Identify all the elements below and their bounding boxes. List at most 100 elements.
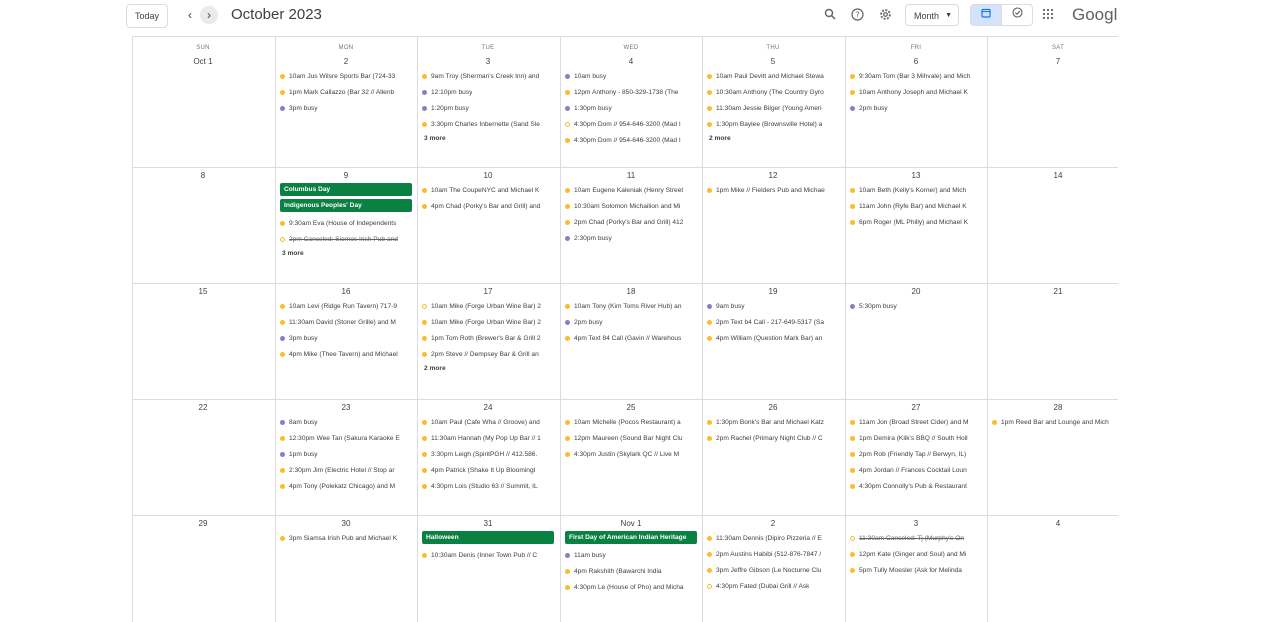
day-cell[interactable]: 19 9am busy 2pm Text b4 Call - 217-649-531… — [702, 283, 844, 399]
calendar-event[interactable]: 2pm Austins Habibi (512-876-7847 / — [704, 546, 842, 562]
day-number[interactable]: Nov 1 — [562, 517, 700, 530]
chevron-right-icon[interactable]: › — [200, 6, 218, 24]
day-cell[interactable]: 31 Halloween 10:30am Denis (Inner Town Pub… — [417, 515, 559, 622]
day-cell[interactable]: 6 9:30am Tom (Bar 3 Mihvale) and Mich 10am… — [845, 37, 987, 153]
day-cell[interactable]: 27 11am Jon (Broad Street Cider) and M 1pm… — [845, 399, 987, 515]
day-number[interactable]: 31 — [419, 517, 557, 530]
day-number[interactable]: 12 — [704, 169, 842, 182]
calendar-event[interactable]: 10am Paul Devitt and Michael Stewa — [704, 68, 842, 84]
check-circle-icon[interactable] — [1001, 4, 1033, 26]
calendar-event[interactable]: 9:30am Eva (House of Independents — [277, 215, 415, 231]
day-cell[interactable]: 15 — [132, 283, 274, 399]
all-day-event[interactable]: Indigenous Peoples' Day — [280, 199, 412, 212]
calendar-event[interactable]: 12pm Maureen (Sound Bar Night Clu — [562, 430, 700, 446]
calendar-event[interactable]: 3:30pm Charles Inbernette (Sand Sle — [419, 116, 557, 132]
day-cell[interactable]: 25 10am Michelle (Pocos Restaurant) a 12pm… — [560, 399, 702, 515]
calendar-event[interactable]: 4:30pm Dom // 954-646-3200 (Mad I — [562, 132, 700, 148]
calendar-event[interactable]: 12:30pm Wee Tan (Sakura Karaoke E — [277, 430, 415, 446]
calendar-event[interactable]: 10am Mike (Forge Urban Wine Bar) 2 — [419, 298, 557, 314]
calendar-event[interactable]: 1pm busy — [277, 446, 415, 462]
calendar-event[interactable]: 11am John (Ryfe Bar) and Michael K — [847, 198, 985, 214]
day-cell[interactable]: 8 — [132, 167, 274, 283]
day-number[interactable]: 5 — [704, 55, 842, 68]
today-button[interactable]: Today — [126, 4, 168, 28]
gear-icon[interactable] — [878, 8, 892, 22]
day-number[interactable]: 4 — [562, 55, 700, 68]
calendar-event[interactable]: 10am busy — [562, 68, 700, 84]
day-cell[interactable]: 30 3pm Siamsa Irish Pub and Michael K — [275, 515, 417, 622]
calendar-icon[interactable] — [970, 4, 1002, 26]
calendar-event[interactable]: 11:30am David (Stoner Grille) and M — [277, 314, 415, 330]
calendar-event[interactable]: 4pm Patrick (Shake It Up Bloomingt — [419, 462, 557, 478]
all-day-event[interactable]: First Day of American Indian Heritage — [565, 531, 697, 544]
day-number[interactable]: 19 — [704, 285, 842, 298]
calendar-event[interactable]: 3:30pm Leigh (SpiritPGH // 412.586. — [419, 446, 557, 462]
day-cell[interactable]: 29 — [132, 515, 274, 622]
day-number[interactable]: 26 — [704, 401, 842, 414]
day-cell[interactable]: 9 Columbus Day Indigenous Peoples' Day 9:30… — [275, 167, 417, 283]
calendar-event[interactable]: 4:30pm Connolly's Pub & Restaurant — [847, 478, 985, 494]
calendar-event[interactable]: 2pm busy — [562, 314, 700, 330]
calendar-event[interactable]: 10am Eugene Kaleniak (Henry Street — [562, 182, 700, 198]
calendar-event[interactable]: 2:30pm Jim (Electric Hotel // Stop ar — [277, 462, 415, 478]
calendar-event[interactable]: 12pm Kate (Ginger and Soul) and Mi — [847, 546, 985, 562]
calendar-event[interactable]: 2pm Steve // Dempsey Bar & Grill an — [419, 346, 557, 362]
calendar-event[interactable]: 3pm Jeffre Gibson (Le Nocturne Clu — [704, 562, 842, 578]
calendar-event[interactable]: 10am The CoupeNYC and Michael K — [419, 182, 557, 198]
day-number[interactable]: 30 — [277, 517, 415, 530]
calendar-event[interactable]: 11am Jon (Broad Street Cider) and M — [847, 414, 985, 430]
calendar-event[interactable]: 2pm busy — [847, 100, 985, 116]
day-cell[interactable]: 16 10am Levi (Ridge Run Tavern) 717-9 11:3… — [275, 283, 417, 399]
day-number[interactable]: 7 — [989, 55, 1118, 68]
day-number[interactable]: 17 — [419, 285, 557, 298]
calendar-event[interactable]: 11am busy — [562, 547, 700, 563]
day-number[interactable]: 3 — [847, 517, 985, 530]
calendar-event[interactable]: 2pm Text b4 Call - 217-649-5317 (Sa — [704, 314, 842, 330]
day-cell[interactable]: 3 11:30am Canceled: Tj (Murphy's On 12pm K… — [845, 515, 987, 622]
calendar-event[interactable]: 4pm Jordan // Frances Cocktail Loun — [847, 462, 985, 478]
calendar-event[interactable]: 11:30am Canceled: Tj (Murphy's On — [847, 530, 985, 546]
calendar-event[interactable]: 1pm Reed Bar and Lounge and Mich — [989, 414, 1118, 430]
view-select[interactable]: Month ▼ — [905, 4, 959, 26]
calendar-event[interactable]: 4pm Text 84 Call (Gavin // Warehous — [562, 330, 700, 346]
calendar-event[interactable]: 10am Jus Wilsre Sports Bar (724-33 — [277, 68, 415, 84]
day-number[interactable]: 28 — [989, 401, 1118, 414]
calendar-event[interactable]: 4pm Mike (Thee Tavern) and Michael — [277, 346, 415, 362]
day-cell[interactable]: 21 — [987, 283, 1118, 399]
day-cell[interactable]: 22 — [132, 399, 274, 515]
calendar-event[interactable]: 12pm Anthony - 850-329-1738 (The — [562, 84, 700, 100]
day-number[interactable]: 10 — [419, 169, 557, 182]
calendar-event[interactable]: 4:30pm Dom // 954-646-3200 (Mad I — [562, 116, 700, 132]
calendar-event[interactable]: 5pm Tully Moesler (Ask for Melinda — [847, 562, 985, 578]
day-cell[interactable]: Nov 1 First Day of American Indian Herita… — [560, 515, 702, 622]
calendar-event[interactable]: 9am Troy (Sherman's Creek Inn) and — [419, 68, 557, 84]
calendar-event[interactable]: 10am Anthony Joseph and Michael K — [847, 84, 985, 100]
calendar-event[interactable]: 10am Michelle (Pocos Restaurant) a — [562, 414, 700, 430]
day-number[interactable]: 14 — [989, 169, 1118, 182]
day-number[interactable]: 11 — [562, 169, 700, 182]
calendar-event[interactable]: 10:30am Solomon Michailion and Mi — [562, 198, 700, 214]
calendar-event[interactable]: 1:20pm busy — [419, 100, 557, 116]
calendar-event[interactable]: 10am Paul (Cafe Wha // Groove) and — [419, 414, 557, 430]
calendar-event[interactable]: 10am Beth (Kelly's Korner) and Mich — [847, 182, 985, 198]
day-cell[interactable]: 4 10am busy 12pm Anthony - 850-329-1738 (T… — [560, 37, 702, 153]
calendar-event[interactable]: 4pm Tony (Polekatz Chicago) and M — [277, 478, 415, 494]
day-number[interactable]: 9 — [277, 169, 415, 182]
calendar-event[interactable]: 9am busy — [704, 298, 842, 314]
all-day-event[interactable]: Columbus Day — [280, 183, 412, 196]
day-number[interactable]: 2 — [277, 55, 415, 68]
calendar-event[interactable]: 1:30pm busy — [562, 100, 700, 116]
calendar-event[interactable]: 1pm Mark Callazzo (Bar 32 // Allenb — [277, 84, 415, 100]
calendar-event[interactable]: 10am Levi (Ridge Run Tavern) 717-9 — [277, 298, 415, 314]
day-number[interactable]: 23 — [277, 401, 415, 414]
day-cell[interactable]: 14 — [987, 167, 1118, 283]
day-number[interactable]: 4 — [989, 517, 1118, 530]
calendar-event[interactable]: 10am Mike (Forge Urban Wine Bar) 2 — [419, 314, 557, 330]
calendar-event[interactable]: 3pm Siamsa Irish Pub and Michael K — [277, 530, 415, 546]
apps-grid-icon[interactable] — [1042, 8, 1054, 20]
calendar-event[interactable]: 10am Tony (Kim Toms River Hub) an — [562, 298, 700, 314]
calendar-event[interactable]: 1:30pm Baylee (Brownsville Hotel) a — [704, 116, 842, 132]
calendar-event[interactable]: 1pm Mike // Fielders Pub and Michae — [704, 182, 842, 198]
all-day-event[interactable]: Halloween — [422, 531, 554, 544]
calendar-event[interactable]: 4pm William (Question Mark Bar) an — [704, 330, 842, 346]
